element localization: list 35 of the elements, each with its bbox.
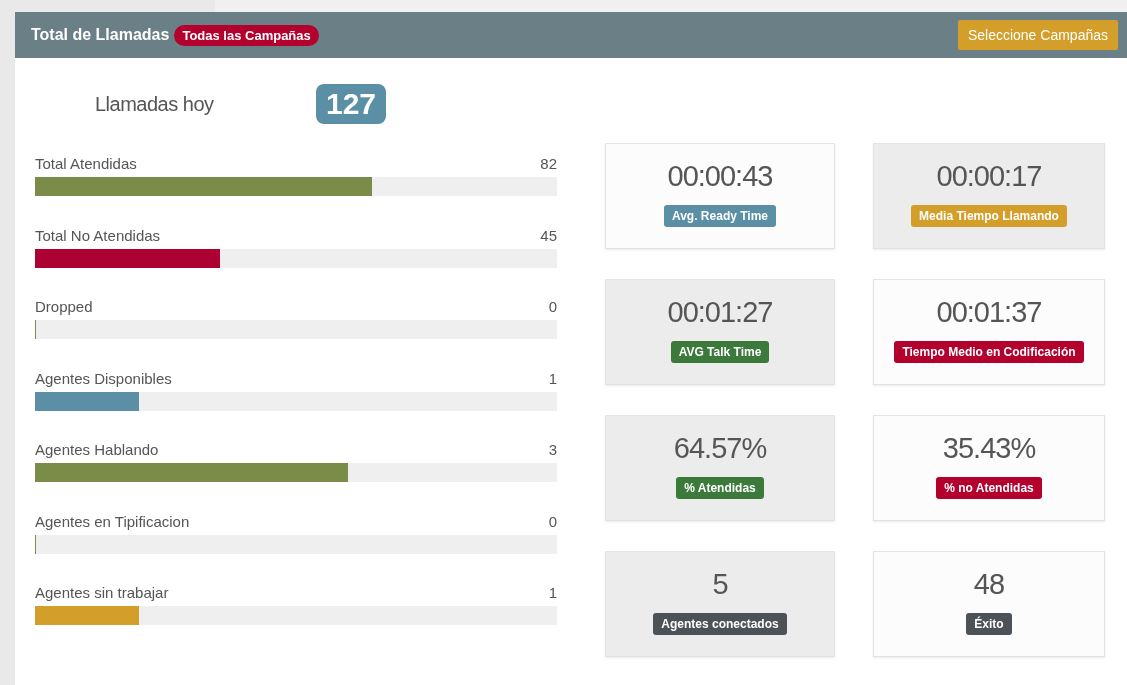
metric-label: Avg. Ready Time (663, 205, 776, 227)
metric-label: Agentes conectados (653, 613, 787, 635)
panel-title: Total de Llamadas (31, 26, 170, 44)
stat-value: 45 (540, 226, 557, 244)
select-campaigns-button[interactable]: Seleccione Campañas (957, 20, 1118, 50)
stat-label: Agentes Hablando (35, 441, 159, 458)
metric-value: 00:00:43 (667, 160, 773, 193)
metric-label: Tiempo Medio en Codificación (894, 341, 1084, 363)
metric-label: Media Tiempo Llamando (911, 205, 1067, 227)
metric-label: % Atendidas (676, 477, 764, 499)
metric-value: 48 (973, 568, 1005, 601)
stat-value: 1 (548, 584, 557, 601)
calls-today-label: Llamadas hoy (95, 92, 215, 116)
stat-value: 0 (548, 512, 557, 530)
metric-value: 5 (712, 568, 728, 601)
stat-label: Agentes en Tipificacion (35, 512, 190, 530)
metric-label: % no Atendidas (936, 477, 1042, 499)
metric-value: 35.43% (942, 432, 1036, 465)
metric-value: 00:00:17 (936, 160, 1042, 193)
stat-label: Dropped (35, 298, 93, 315)
stat-value: 82 (540, 155, 557, 172)
stat-value: 3 (548, 441, 557, 458)
stat-value: 0 (548, 298, 557, 315)
campaign-badge: Todas las Campañas (174, 24, 319, 46)
stat-value: 1 (548, 369, 557, 387)
stat-label: Total Atendidas (35, 155, 137, 172)
metric-label: Éxito (966, 613, 1012, 635)
stat-label: Agentes Disponibles (35, 369, 172, 387)
calls-today-count: 127 (316, 84, 387, 124)
metric-value: 64.57% (673, 432, 767, 465)
metric-value: 00:01:37 (936, 296, 1042, 329)
metric-value: 00:01:27 (667, 296, 773, 329)
stat-label: Total No Atendidas (35, 226, 161, 244)
stat-label: Agentes sin trabajar (35, 584, 169, 601)
metric-label: AVG Talk Time (670, 341, 770, 363)
